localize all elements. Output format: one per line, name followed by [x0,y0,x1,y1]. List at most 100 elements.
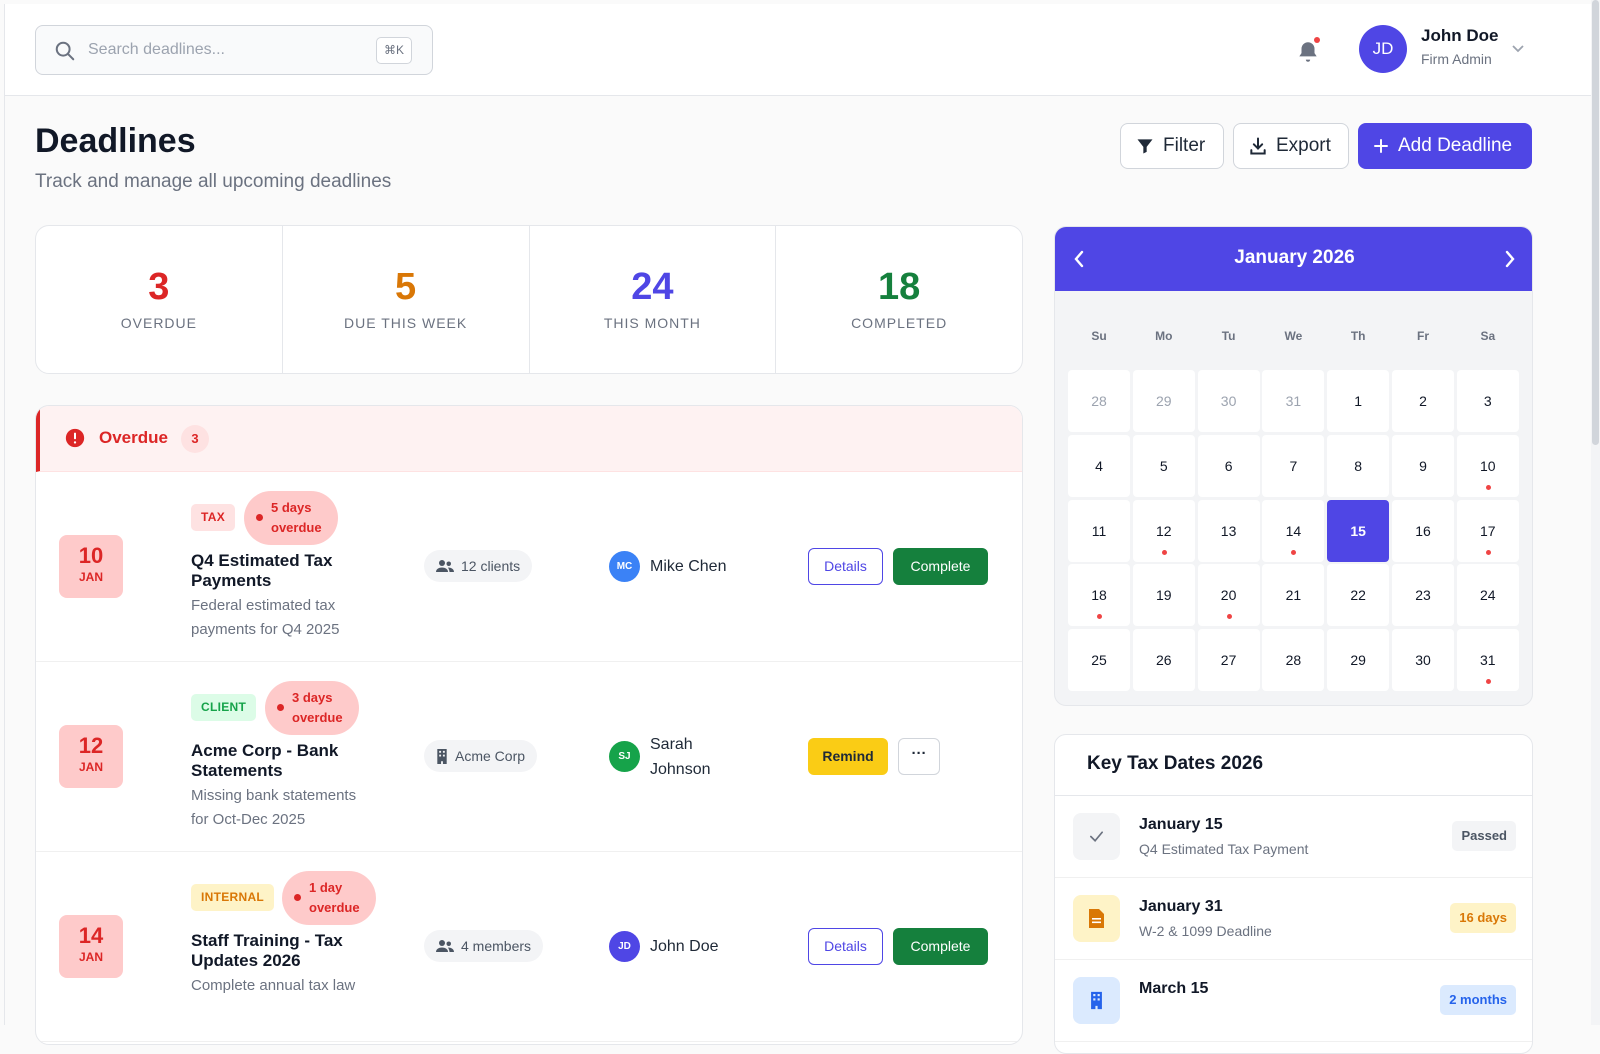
complete-button[interactable]: Complete [893,548,988,585]
calendar-day-number: 3 [1483,393,1492,409]
weekday-label: Tu [1221,329,1236,343]
calendar-day[interactable]: 27 [1197,629,1260,692]
calendar-day[interactable]: 24 [1456,564,1519,627]
deadline-title[interactable]: Acme Corp - Bank Statements [191,741,391,781]
calendar-day[interactable]: 1 [1327,370,1390,432]
weekday-label: Sa [1480,329,1496,343]
key-date-icon-box [1073,813,1120,860]
event-dot [1226,614,1232,620]
calendar-widget: January 2026 Su Mo Tu We Th Fr Sa 28 29 30 31 1 2 3 4 5… [1054,226,1533,706]
key-date-badge: 2 months [1440,985,1516,1015]
user-role: Firm Admin [1421,51,1492,67]
calendar-day[interactable]: 28 [1068,370,1130,432]
weekday-label: Mo [1155,329,1173,343]
calendar-day[interactable]: 21 [1262,564,1325,627]
calendar-day[interactable]: 31 [1262,370,1325,432]
key-date-item[interactable]: March 15 2 months [1055,960,1532,1042]
calendar-day[interactable]: 6 [1197,434,1260,497]
deadline-title[interactable]: Staff Training - Tax Updates 2026 [191,931,391,971]
calendar-day[interactable]: 29 [1132,370,1195,432]
assignee-name-line1: John Doe [650,938,719,955]
add-deadline-button[interactable]: Add Deadline [1358,123,1532,169]
building-icon [1091,991,1102,1010]
calendar-day[interactable]: 14 [1262,499,1325,562]
remind-button[interactable]: Remind [808,738,888,775]
calendar-day[interactable]: 4 [1068,434,1130,497]
calendar-day[interactable]: 12 [1132,499,1195,562]
scrollbar-thumb[interactable] [1592,0,1599,445]
calendar-day[interactable]: 19 [1132,564,1195,627]
app-frame: Search deadlines... ⌘K JD John Doe Firm … [0,0,1600,1054]
stat-overdue[interactable]: 3 OVERDUE [36,226,283,373]
calendar-day-number: 22 [1350,587,1366,604]
complete-button[interactable]: Complete [893,928,988,965]
calendar-day[interactable]: 25 [1068,629,1130,692]
deadline-description: Federal estimated tax payments for Q4 20… [191,594,391,642]
search-icon [55,41,75,61]
date-badge: 10 JAN [59,535,123,598]
calendar-day[interactable]: 16 [1392,499,1454,562]
calendar-day[interactable]: 13 [1197,499,1260,562]
calendar-day[interactable]: 5 [1132,434,1195,497]
calendar-day-number: 24 [1480,587,1496,604]
filter-button[interactable]: Filter [1120,123,1224,169]
calendar-day[interactable]: 30 [1392,629,1454,692]
deadline-description: Missing bank statements for Oct-Dec 2025 [191,784,391,832]
calendar-day-number: 30 [1415,652,1431,669]
scope-chip: 12 clients [424,550,533,582]
calendar-day[interactable]: 28 [1262,629,1325,692]
more-options-button[interactable]: ··· [898,738,940,775]
calendar-day-number: 21 [1285,587,1302,604]
key-date-date: January 31 [1139,898,1223,915]
chevron-down-icon[interactable] [1511,44,1525,54]
calendar-day-number: 15 [1350,522,1366,539]
deadline-row[interactable]: 14 JAN INTERNAL 1 day overdue Staff Trai… [36,852,1022,1042]
avatar[interactable]: JD [1359,25,1407,73]
details-button[interactable]: Details [808,548,883,585]
calendar-day[interactable]: 2 [1392,370,1454,432]
scope-chip: Acme Corp [424,740,538,772]
stat-label: THIS MONTH [603,315,701,331]
calendar-day[interactable]: 20 [1197,564,1260,627]
chevron-right-icon[interactable] [1504,250,1516,268]
download-icon [1250,137,1266,155]
key-date-item[interactable]: January 31 W-2 & 1099 Deadline 16 days [1055,878,1532,960]
deadline-row[interactable]: 12 JAN CLIENT 3 days overdue Acme Corp -… [36,662,1022,852]
deadline-row[interactable]: 10 JAN TAX 5 days overdue Q4 Estimated T… [36,472,1022,662]
user-name[interactable]: John Doe [1421,26,1498,46]
calendar-day[interactable]: 11 [1068,499,1130,562]
calendar-day[interactable]: 7 [1262,434,1325,497]
overdue-header[interactable]: Overdue 3 [36,406,1022,472]
deadline-title[interactable]: Q4 Estimated Tax Payments [191,551,391,591]
weekday-label: We [1284,329,1303,343]
calendar-day[interactable]: 22 [1327,564,1390,627]
calendar-day-number: 30 [1220,393,1237,409]
calendar-day[interactable]: 3 [1456,370,1519,432]
calendar-day[interactable]: 18 [1068,564,1130,627]
calendar-day[interactable]: 26 [1132,629,1195,692]
calendar-day[interactable]: 23 [1392,564,1454,627]
calendar-day[interactable]: 8 [1327,434,1390,497]
calendar-day[interactable]: 30 [1197,370,1260,432]
calendar-day[interactable]: 31 [1456,629,1519,692]
calendar-day[interactable]: 9 [1392,434,1454,497]
deadline-description-line2: for Oct-Dec 2025 [191,811,306,828]
scrollbar[interactable] [1591,0,1600,1025]
search-input[interactable]: Search deadlines... ⌘K [35,25,433,75]
stat-completed[interactable]: 18 COMPLETED [776,226,1022,373]
stat-label: COMPLETED [851,315,948,331]
assignee-avatar: MC [609,551,640,582]
key-date-item[interactable]: January 15 Q4 Estimated Tax Payment Pass… [1055,796,1532,878]
calendar-day[interactable]: 29 [1327,629,1390,692]
export-button[interactable]: Export [1233,123,1349,169]
calendar-day-number: 14 [1285,522,1302,539]
overdue-badge: 5 days overdue [244,491,338,545]
calendar-day[interactable]: 10 [1456,434,1519,497]
calendar-day-selected[interactable]: 15 [1327,499,1390,562]
event-dot [1291,549,1297,555]
calendar-day[interactable]: 17 [1456,499,1519,562]
stat-due-this-week[interactable]: 5 DUE THIS WEEK [283,226,530,373]
details-button[interactable]: Details [808,928,883,965]
stat-this-month[interactable]: 24 THIS MONTH [530,226,777,373]
event-dot [1161,549,1167,555]
